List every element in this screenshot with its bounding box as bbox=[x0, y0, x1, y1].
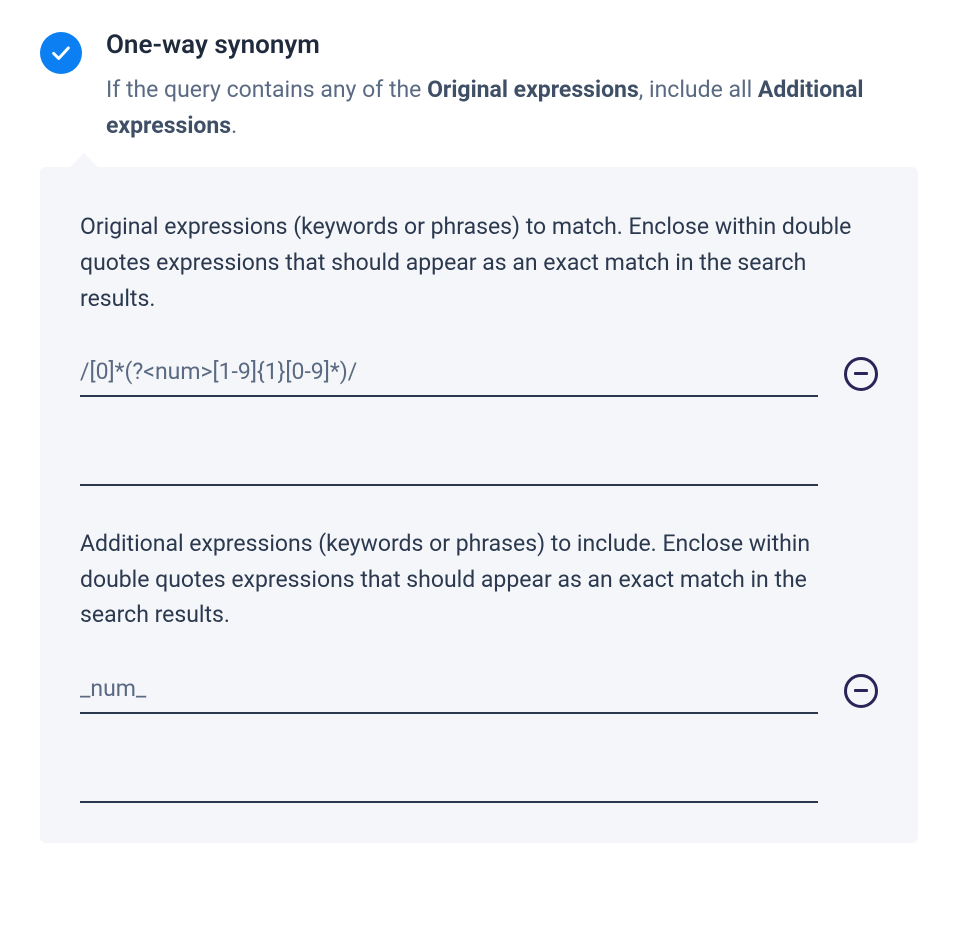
additional-expressions-label: Additional expressions (keywords or phra… bbox=[80, 526, 878, 633]
original-expressions-label: Original expressions (keywords or phrase… bbox=[80, 209, 878, 316]
minus-icon bbox=[854, 372, 868, 375]
original-input-row-0 bbox=[80, 350, 878, 397]
additional-expression-input[interactable] bbox=[80, 667, 818, 714]
additional-expressions-section: Additional expressions (keywords or phra… bbox=[80, 526, 878, 803]
option-description: If the query contains any of the Origina… bbox=[106, 72, 918, 143]
original-expression-input[interactable] bbox=[80, 439, 818, 486]
option-title: One-way synonym bbox=[106, 30, 918, 60]
remove-original-expression-button[interactable] bbox=[844, 357, 878, 391]
original-input-row-1 bbox=[80, 439, 878, 486]
option-header: One-way synonym If the query contains an… bbox=[40, 30, 918, 143]
original-expression-input[interactable] bbox=[80, 350, 818, 397]
desc-bold1: Original expressions bbox=[427, 76, 639, 103]
check-icon bbox=[40, 32, 82, 74]
additional-input-row-0 bbox=[80, 667, 878, 714]
desc-prefix: If the query contains any of the bbox=[106, 76, 427, 103]
original-expressions-section: Original expressions (keywords or phrase… bbox=[80, 209, 878, 486]
desc-suffix: . bbox=[231, 112, 237, 139]
additional-expression-input[interactable] bbox=[80, 756, 818, 803]
config-panel: Original expressions (keywords or phrase… bbox=[40, 167, 918, 843]
minus-icon bbox=[854, 689, 868, 692]
remove-additional-expression-button[interactable] bbox=[844, 674, 878, 708]
panel-notch bbox=[68, 153, 100, 169]
desc-middle: , include all bbox=[639, 76, 758, 103]
header-text: One-way synonym If the query contains an… bbox=[106, 30, 918, 143]
config-panel-wrapper: Original expressions (keywords or phrase… bbox=[40, 167, 918, 843]
additional-input-row-1 bbox=[80, 756, 878, 803]
